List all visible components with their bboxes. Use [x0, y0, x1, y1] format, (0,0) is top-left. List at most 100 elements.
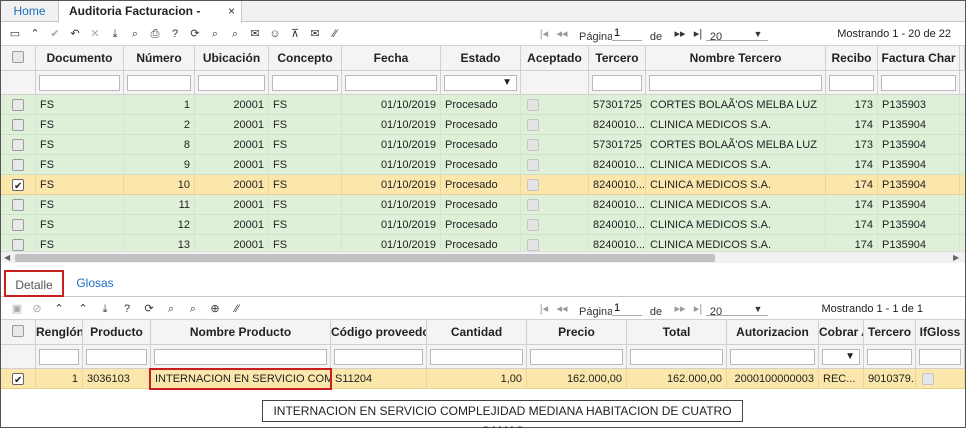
zoom-icon[interactable]: ⌕ — [163, 301, 179, 317]
tab-glosas[interactable]: Glosas — [71, 270, 119, 297]
filter-tercero-input[interactable] — [867, 349, 912, 365]
row-checkbox[interactable] — [12, 119, 24, 131]
col-fecha[interactable]: Fecha — [342, 46, 441, 71]
select-all-checkbox[interactable] — [12, 51, 24, 63]
page-input[interactable] — [612, 26, 642, 41]
table-row[interactable]: FS 9 20001 FS 01/10/2019 Procesado 8240010... C… — [1, 155, 965, 175]
col-concepto[interactable]: Concepto — [269, 46, 342, 71]
tab-auditoria-facturacion[interactable]: Auditoria Facturacion -[eauf] × — [59, 1, 242, 39]
col-cobrar[interactable]: Cobrar A — [819, 320, 864, 345]
col-numero[interactable]: Número — [124, 46, 195, 71]
select-all-checkbox[interactable] — [12, 325, 24, 337]
col-ifgloss[interactable]: IfGloss — [916, 320, 965, 345]
refresh-icon[interactable]: ⟳ — [141, 301, 157, 317]
aceptado-checkbox[interactable] — [527, 139, 539, 151]
page-input[interactable] — [612, 301, 642, 316]
filter-fecha-input[interactable] — [345, 75, 437, 91]
close-icon[interactable]: × — [228, 1, 235, 22]
download-icon[interactable]: ⤓ — [97, 301, 113, 317]
col-cantidad[interactable]: Cantidad — [427, 320, 527, 345]
filter-concepto-input[interactable] — [272, 75, 338, 91]
refresh-icon[interactable]: ⟳ — [187, 26, 203, 42]
add-circle-icon[interactable]: ⊕ — [207, 301, 223, 317]
tab-home[interactable]: Home — [1, 1, 59, 22]
scroll-right-icon[interactable]: ▶ — [953, 252, 959, 264]
table-row[interactable]: FS 12 20001 FS 01/10/2019 Procesado 8240010...… — [1, 215, 965, 235]
page-size-select[interactable]: 20 ▼ — [706, 26, 768, 43]
last-page-icon[interactable]: ▸| — [690, 26, 706, 42]
col-ubicacion[interactable]: Ubicación — [195, 46, 269, 71]
filter-autorizacion-input[interactable] — [730, 349, 815, 365]
resize-icon[interactable]: ⁄⁄ — [327, 26, 343, 42]
aceptado-checkbox[interactable] — [527, 199, 539, 211]
resize-icon[interactable]: ⁄⁄ — [229, 301, 245, 317]
filter-ubicacion-input[interactable] — [198, 75, 265, 91]
col-aceptado[interactable]: Aceptado — [521, 46, 589, 71]
aceptado-checkbox[interactable] — [527, 239, 539, 251]
col-factura-char[interactable]: Factura Char — [878, 46, 960, 71]
filter-ifgloss-input[interactable] — [919, 349, 961, 365]
col-total[interactable]: Total — [627, 320, 727, 345]
col-estado[interactable]: Estado — [441, 46, 521, 71]
col-recibo[interactable]: Recibo — [826, 46, 878, 71]
cancel-icon[interactable]: ✕ — [87, 26, 103, 42]
check-icon[interactable]: ✔ — [47, 26, 63, 42]
col-producto[interactable]: Producto — [83, 320, 151, 345]
table-row[interactable]: FS 8 20001 FS 01/10/2019 Procesado 57301725 COR… — [1, 135, 965, 155]
next-page-icon[interactable]: ▸▸ — [672, 26, 688, 42]
col-tercero[interactable]: Tercero — [589, 46, 646, 71]
block-icon[interactable]: ⊘ — [29, 301, 45, 317]
filter-factura-input[interactable] — [881, 75, 956, 91]
prev-page-icon[interactable]: ◂◂ — [554, 301, 570, 317]
table-row[interactable]: FS 1 20001 FS 01/10/2019 Procesado 57301725 COR… — [1, 95, 965, 115]
col-nombre-tercero[interactable]: Nombre Tercero — [646, 46, 826, 71]
undo-icon[interactable]: ↶ — [67, 26, 83, 42]
zoom-icon[interactable]: ⌕ — [207, 26, 223, 42]
col-autorizacion[interactable]: Autorizacion — [727, 320, 819, 345]
filter-recibo-input[interactable] — [829, 75, 874, 91]
save-icon[interactable]: ▣ — [9, 301, 25, 317]
caret-up-icon[interactable]: ⌃ — [51, 301, 67, 317]
download-icon[interactable]: ⤓ — [107, 26, 123, 42]
filter-numero-input[interactable] — [127, 75, 191, 91]
help-icon[interactable]: ? — [167, 26, 183, 42]
filter-codigo-input[interactable] — [334, 349, 423, 365]
filter-precio-input[interactable] — [530, 349, 623, 365]
ifgloss-checkbox[interactable] — [922, 373, 934, 385]
row-checkbox[interactable] — [12, 219, 24, 231]
prev-page-icon[interactable]: ◂◂ — [554, 26, 570, 42]
table-row[interactable]: FS 11 20001 FS 01/10/2019 Procesado 8240010...… — [1, 195, 965, 215]
zoom-detail-icon[interactable]: ⌕ — [185, 301, 201, 317]
scroll-left-icon[interactable]: ◀ — [4, 252, 10, 264]
pin-icon[interactable]: ⊼ — [287, 26, 303, 42]
search-icon[interactable]: ⌕ — [127, 26, 143, 42]
aceptado-checkbox[interactable] — [527, 159, 539, 171]
filter-producto-input[interactable] — [86, 349, 147, 365]
aceptado-checkbox[interactable] — [527, 219, 539, 231]
table-row[interactable]: FS 2 20001 FS 01/10/2019 Procesado 8240010... C… — [1, 115, 965, 135]
table-row[interactable]: 1 3036103 INTERNACION EN SERVICIO COM...… — [1, 369, 965, 389]
mail-icon[interactable]: ✉ — [307, 26, 323, 42]
filter-total-input[interactable] — [630, 349, 723, 365]
col-tercero[interactable]: Tercero — [864, 320, 916, 345]
caret-up-icon[interactable]: ⌃ — [27, 26, 43, 42]
zoom-detail-icon[interactable]: ⌕ — [227, 26, 243, 42]
select-icon[interactable]: ▭ — [7, 26, 23, 42]
row-checkbox[interactable] — [12, 199, 24, 211]
first-page-icon[interactable]: |◂ — [536, 301, 552, 317]
col-documento[interactable]: Documento — [36, 46, 124, 71]
aceptado-checkbox[interactable] — [527, 119, 539, 131]
next-page-icon[interactable]: ▸▸ — [672, 301, 688, 317]
comment-icon[interactable]: ✉ — [247, 26, 263, 42]
filter-nombre-tercero-input[interactable] — [649, 75, 822, 91]
table-row[interactable]: FS1020001FS01/10/2019Procesado8240010...… — [1, 175, 965, 195]
row-checkbox[interactable] — [12, 139, 24, 151]
page-size-select[interactable]: 20 ▼ — [706, 301, 768, 318]
help-icon[interactable]: ? — [119, 301, 135, 317]
filter-cantidad-input[interactable] — [430, 349, 523, 365]
aceptado-checkbox[interactable] — [527, 99, 539, 111]
filter-cobrar-select[interactable]: ▼ — [822, 349, 860, 365]
last-page-icon[interactable]: ▸| — [690, 301, 706, 317]
filter-renglon-input[interactable] — [39, 349, 79, 365]
filter-nombre-producto-input[interactable] — [154, 349, 327, 365]
